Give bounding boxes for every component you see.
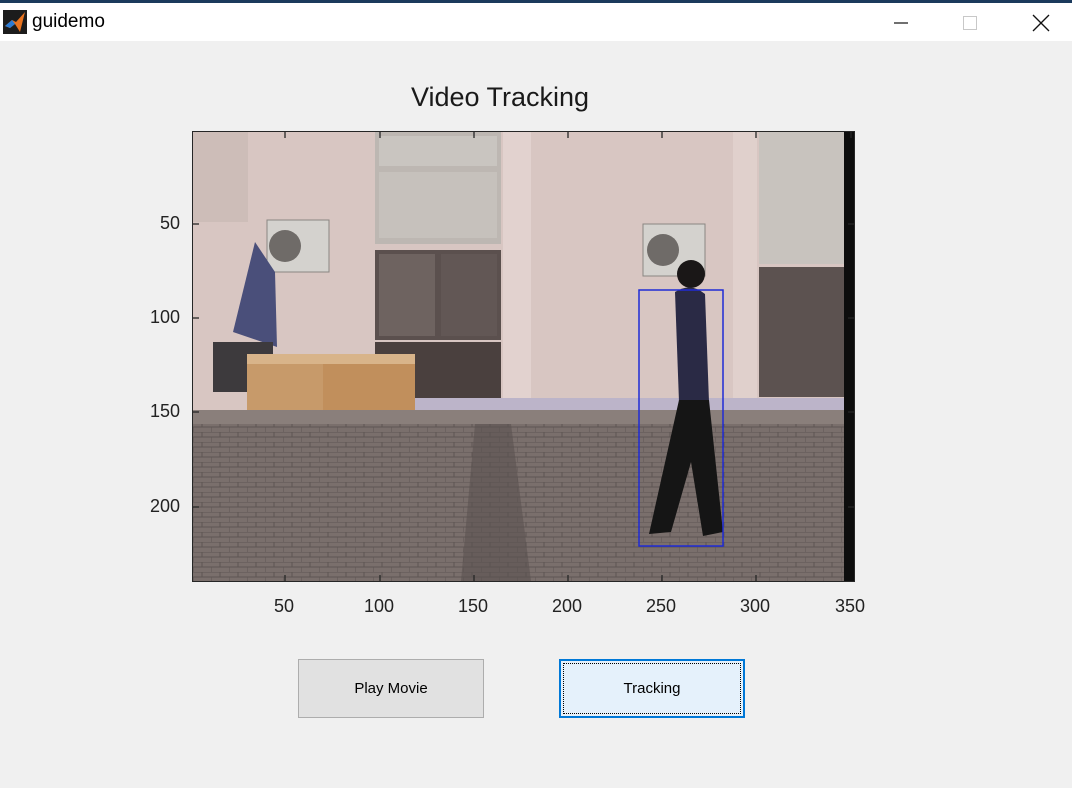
x-tick-label: 100 <box>363 596 395 616</box>
minimize-button[interactable] <box>878 6 924 40</box>
matlab-logo-icon <box>3 10 27 34</box>
play-movie-button[interactable]: Play Movie <box>298 659 484 718</box>
x-tick-label: 350 <box>834 596 866 616</box>
maximize-button[interactable] <box>947 6 993 40</box>
x-tick-label: 300 <box>739 596 771 616</box>
window-titlebar[interactable]: guidemo <box>0 3 1072 41</box>
x-tick-label: 50 <box>273 596 295 616</box>
close-icon <box>1032 14 1050 32</box>
minimize-icon <box>894 22 908 24</box>
axis-tick-marks <box>193 132 854 581</box>
y-tick-label: 50 <box>159 213 180 233</box>
x-tick-label: 200 <box>551 596 583 616</box>
focus-rectangle <box>563 663 741 714</box>
video-axes[interactable] <box>192 131 855 582</box>
y-tick-label: 150 <box>149 401 180 421</box>
window-title: guidemo <box>32 11 105 32</box>
close-button[interactable] <box>1018 6 1064 40</box>
y-tick-label: 100 <box>149 307 180 327</box>
tracking-button[interactable]: Tracking <box>559 659 745 718</box>
maximize-icon <box>963 16 977 30</box>
play-movie-label: Play Movie <box>354 680 428 697</box>
x-tick-label: 250 <box>645 596 677 616</box>
x-tick-label: 150 <box>457 596 489 616</box>
axes-title: Video Tracking <box>410 82 590 112</box>
y-tick-label: 200 <box>149 496 180 516</box>
